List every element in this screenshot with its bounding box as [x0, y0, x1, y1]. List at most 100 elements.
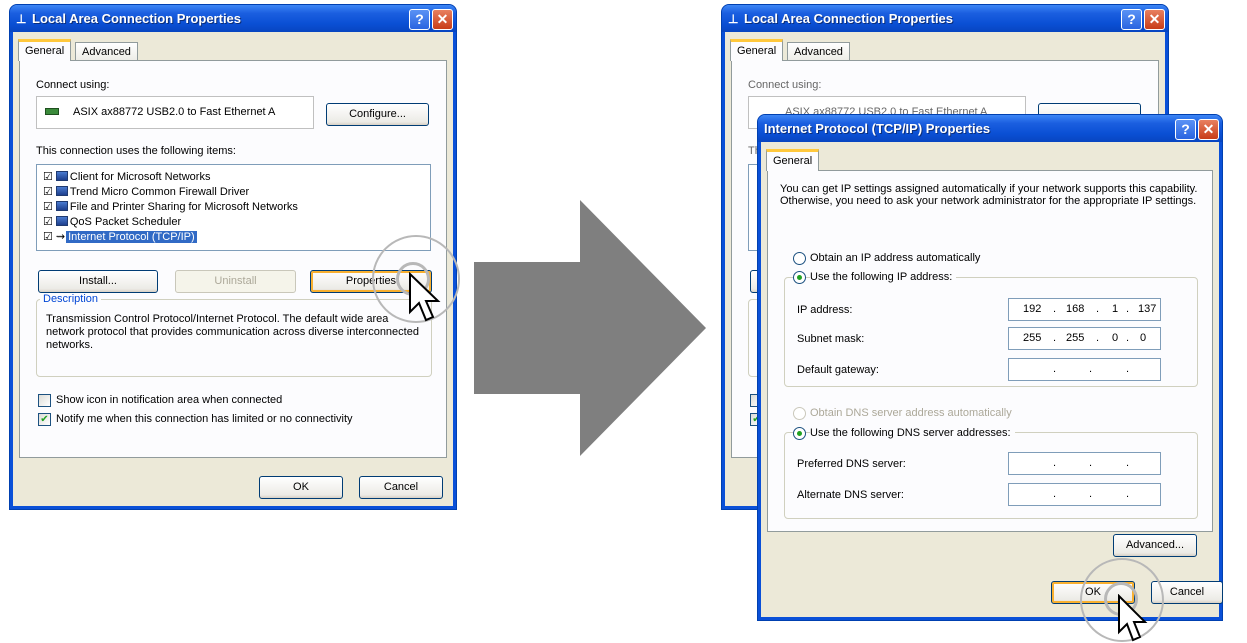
list-item[interactable]: ☑ Client for Microsoft Networks	[43, 170, 210, 183]
mask-octet-3: 0	[1112, 332, 1119, 344]
ip-octet-4: 137	[1138, 303, 1157, 315]
octet-separator: .	[1053, 363, 1057, 375]
ok-button[interactable]: OK	[259, 476, 343, 499]
use-following-ip-radio[interactable]	[793, 271, 806, 284]
intro-text: You can get IP settings assigned automat…	[780, 183, 1198, 207]
show-icon-checkbox[interactable]	[38, 394, 51, 407]
network-icon: ⊥	[16, 12, 27, 26]
tab-advanced[interactable]: Advanced	[75, 42, 138, 62]
octet-separator: .	[1089, 457, 1093, 469]
ip-address-label: IP address:	[797, 304, 853, 316]
service-icon	[55, 216, 68, 226]
preferred-dns-field[interactable]: ...	[1008, 452, 1161, 475]
list-item-label: Internet Protocol (TCP/IP)	[66, 231, 197, 243]
dialog-title: Internet Protocol (TCP/IP) Properties	[764, 121, 991, 136]
tcpip-properties-dialog: Internet Protocol (TCP/IP) Properties ? …	[758, 115, 1223, 620]
default-gateway-label: Default gateway:	[797, 364, 879, 376]
preferred-dns-label: Preferred DNS server:	[797, 458, 906, 470]
close-button[interactable]: ✕	[432, 9, 453, 30]
items-label: This connection uses the following items…	[36, 145, 236, 157]
mouse-pointer-icon	[1118, 594, 1148, 642]
description-title: Description	[40, 293, 102, 305]
mask-octet-4: 0	[1140, 332, 1147, 344]
notify-checkbox[interactable]: ✔	[38, 413, 51, 426]
uninstall-button[interactable]: Uninstall	[175, 270, 296, 293]
title-bar[interactable]: Internet Protocol (TCP/IP) Properties ? …	[758, 115, 1222, 142]
protocol-icon: ⇝	[55, 231, 66, 243]
use-following-ip-label[interactable]: Use the following IP address:	[810, 271, 957, 283]
list-item-label: QoS Packet Scheduler	[69, 216, 182, 228]
octet-separator: .	[1053, 457, 1057, 469]
use-following-dns-radio[interactable]	[793, 427, 806, 440]
advanced-button[interactable]: Advanced...	[1113, 534, 1197, 557]
octet-separator: .	[1126, 363, 1130, 375]
network-client-icon	[55, 171, 68, 181]
octet-separator: .	[1096, 303, 1100, 315]
mask-octet-1: 255	[1023, 332, 1042, 344]
dialog-title: Local Area Connection Properties	[744, 11, 954, 26]
tab-general[interactable]: General	[730, 39, 784, 61]
help-button[interactable]: ?	[1175, 119, 1196, 140]
description-text: Transmission Control Protocol/Internet P…	[46, 313, 419, 351]
help-button[interactable]: ?	[1121, 9, 1142, 30]
list-item-label: Trend Micro Common Firewall Driver	[69, 186, 250, 198]
driver-icon	[55, 186, 68, 196]
mask-octet-2: 255	[1066, 332, 1085, 344]
ip-octet-2: 168	[1066, 303, 1085, 315]
close-button[interactable]: ✕	[1144, 9, 1165, 30]
network-icon: ⊥	[728, 12, 739, 26]
octet-separator: .	[1053, 332, 1057, 344]
notify-label: Notify me when this connection has limit…	[56, 413, 353, 425]
transition-arrow	[474, 200, 706, 456]
default-gateway-field[interactable]: ...	[1008, 358, 1161, 381]
octet-separator: .	[1053, 488, 1057, 500]
list-item[interactable]: ☑ QoS Packet Scheduler	[43, 215, 181, 228]
mouse-pointer-icon	[409, 272, 441, 322]
dialog-title: Local Area Connection Properties	[32, 11, 242, 26]
use-following-dns-label[interactable]: Use the following DNS server addresses:	[810, 427, 1015, 439]
ip-octet-1: 192	[1023, 303, 1042, 315]
general-panel: You can get IP settings assigned automat…	[767, 170, 1213, 532]
subnet-mask-field[interactable]: 255. 255. 0. 0	[1008, 327, 1161, 350]
list-item[interactable]: ☑ Trend Micro Common Firewall Driver	[43, 185, 249, 198]
alternate-dns-label: Alternate DNS server:	[797, 489, 904, 501]
octet-separator: .	[1126, 488, 1130, 500]
list-item-selected[interactable]: ☑ ⇝ Internet Protocol (TCP/IP)	[43, 230, 197, 243]
connect-using-label: Connect using:	[36, 79, 110, 91]
tab-advanced[interactable]: Advanced	[787, 42, 850, 62]
alternate-dns-field[interactable]: ...	[1008, 483, 1161, 506]
install-button[interactable]: Install...	[38, 270, 158, 293]
obtain-ip-auto-label[interactable]: Obtain an IP address automatically	[810, 252, 980, 264]
ip-octet-3: 1	[1112, 303, 1119, 315]
octet-separator: .	[1089, 363, 1093, 375]
adapter-icon	[45, 108, 59, 115]
ip-address-field[interactable]: 192. 168. 1. 137	[1008, 298, 1161, 321]
connect-using-label: Connect using:	[748, 79, 822, 91]
octet-separator: .	[1053, 303, 1057, 315]
components-list[interactable]: ☑ Client for Microsoft Networks ☑ Trend Mi…	[36, 164, 431, 251]
subnet-mask-label: Subnet mask:	[797, 333, 865, 345]
octet-separator: .	[1089, 488, 1093, 500]
tab-general[interactable]: General	[18, 39, 72, 61]
obtain-dns-auto-radio[interactable]	[793, 407, 806, 420]
show-icon-label: Show icon in notification area when conn…	[56, 394, 283, 406]
octet-separator: .	[1126, 457, 1130, 469]
adapter-name: ASIX ax88772 USB2.0 to Fast Ethernet A	[73, 106, 276, 118]
obtain-dns-auto-label[interactable]: Obtain DNS server address automatically	[810, 407, 1012, 419]
configure-button[interactable]: Configure...	[326, 103, 429, 126]
tab-general[interactable]: General	[766, 149, 820, 171]
checkbox-checked-icon: ☑	[43, 231, 53, 243]
cancel-button[interactable]: Cancel	[359, 476, 443, 499]
obtain-ip-auto-radio[interactable]	[793, 252, 806, 265]
checkbox-checked-icon: ☑	[43, 216, 53, 228]
close-button[interactable]: ✕	[1198, 119, 1219, 140]
list-item[interactable]: ☑ File and Printer Sharing for Microsoft …	[43, 200, 298, 213]
list-item-label: Client for Microsoft Networks	[69, 171, 211, 183]
service-icon	[55, 201, 68, 211]
title-bar[interactable]: ⊥ Local Area Connection Properties ? ✕	[10, 5, 456, 32]
list-item-label: File and Printer Sharing for Microsoft N…	[69, 201, 298, 213]
title-bar[interactable]: ⊥ Local Area Connection Properties ? ✕	[722, 5, 1168, 32]
help-button[interactable]: ?	[409, 9, 430, 30]
octet-separator: .	[1126, 303, 1130, 315]
checkbox-checked-icon: ☑	[43, 186, 53, 198]
